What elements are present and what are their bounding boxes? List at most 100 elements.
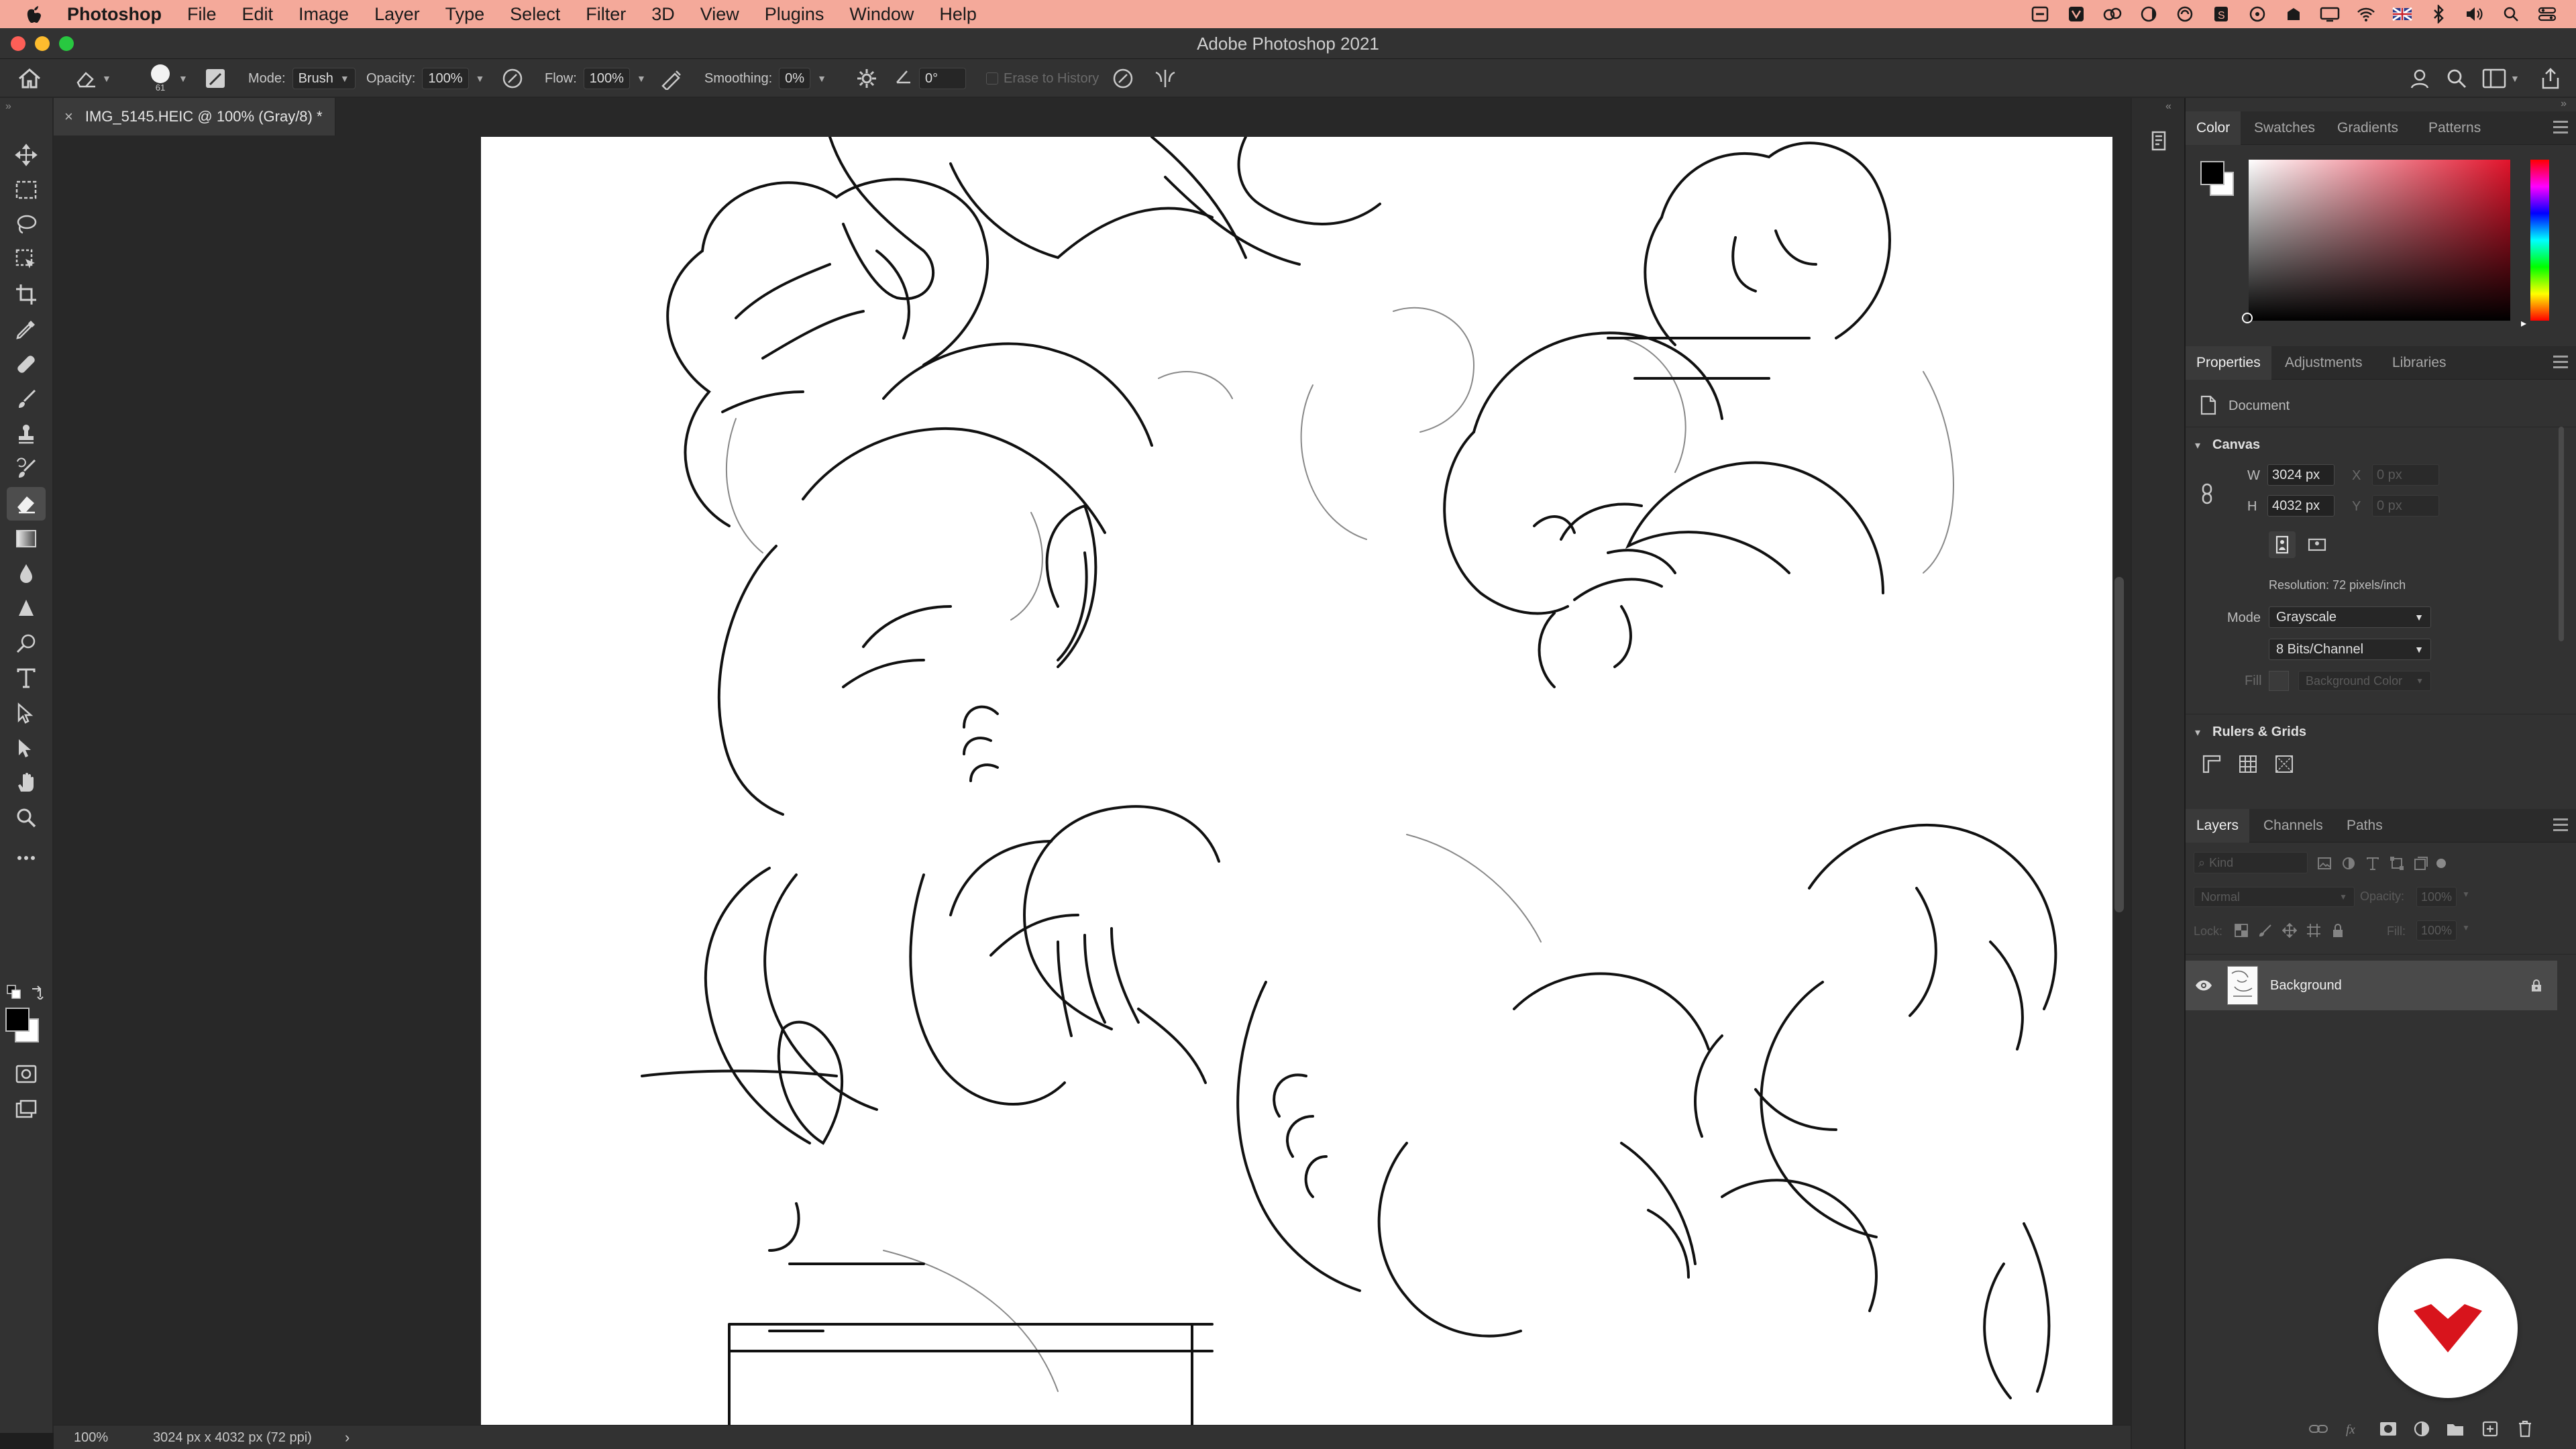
foreground-swatch[interactable]	[2200, 161, 2224, 185]
apple-icon[interactable]	[24, 4, 44, 24]
x-input[interactable]: 0 px	[2372, 464, 2439, 486]
script-icon[interactable]: S	[2211, 4, 2231, 24]
crop-tool-icon[interactable]	[7, 278, 46, 311]
erase-to-history-checkbox[interactable]	[986, 72, 998, 85]
hand-tool-icon[interactable]	[7, 766, 46, 800]
color-panel-menu-icon[interactable]	[2553, 121, 2568, 134]
add-mask-icon[interactable]	[2376, 1417, 2400, 1441]
gradient-tool-icon[interactable]	[7, 522, 46, 555]
flag-icon[interactable]	[2392, 4, 2412, 24]
brush-settings-panel-icon[interactable]	[204, 59, 227, 98]
chevron-down-icon[interactable]: ▼	[2462, 890, 2470, 899]
document-canvas[interactable]	[481, 137, 2112, 1425]
lock-transparent-pixels-icon[interactable]	[2231, 920, 2251, 941]
filter-adjustment-layer-icon[interactable]	[2339, 853, 2359, 873]
filter-smart-object-icon[interactable]	[2411, 853, 2431, 873]
direct-selection-tool-icon[interactable]	[7, 731, 46, 765]
menu-select[interactable]: Select	[510, 4, 560, 25]
new-layer-icon[interactable]	[2478, 1417, 2502, 1441]
hue-slider[interactable]	[2530, 160, 2549, 321]
quick-mask-icon[interactable]	[7, 1057, 46, 1091]
flow-slider-chevron-icon[interactable]: ▼	[637, 73, 646, 84]
menu-help[interactable]: Help	[939, 4, 977, 25]
menu-view[interactable]: View	[700, 4, 739, 25]
canvas-section-chevron-icon[interactable]: ▾	[2195, 439, 2200, 452]
lock-position-icon[interactable]	[2279, 920, 2300, 941]
lock-all-icon[interactable]	[2328, 920, 2348, 941]
screen-mode-icon[interactable]	[7, 1092, 46, 1126]
collapse-panels-icon[interactable]: «	[2165, 101, 2171, 113]
tab-adjustments[interactable]: Adjustments	[2285, 346, 2363, 380]
menu-edit[interactable]: Edit	[242, 4, 274, 25]
fx-icon[interactable]: fx	[2341, 1417, 2365, 1441]
tab-properties[interactable]: Properties	[2186, 346, 2271, 380]
layer-filter-dropdown[interactable]: ⌕ Kind	[2194, 852, 2308, 873]
dodge-tool-icon[interactable]	[7, 592, 46, 625]
symmetry-icon[interactable]	[1152, 59, 1178, 98]
chevron-down-icon[interactable]: ▼	[2462, 923, 2470, 932]
tab-swatches[interactable]: Swatches	[2254, 111, 2315, 145]
status-menu-arrow-icon[interactable]: ›	[345, 1429, 350, 1446]
canvas-area[interactable]	[54, 136, 2160, 1425]
guides-icon[interactable]	[2271, 751, 2297, 777]
object-selection-tool-icon[interactable]	[7, 243, 46, 276]
healing-brush-tool-icon[interactable]	[7, 347, 46, 381]
lock-artboard-icon[interactable]	[2304, 920, 2324, 941]
backup-icon[interactable]	[2284, 4, 2304, 24]
menu-3d[interactable]: 3D	[651, 4, 675, 25]
blur-tool-icon[interactable]	[7, 557, 46, 590]
eraser-tool-icon[interactable]	[7, 487, 46, 521]
hue-slider-handle-icon[interactable]: ▸	[2521, 317, 2526, 330]
default-colors-icon[interactable]	[7, 985, 21, 1000]
pressure-opacity-icon[interactable]	[500, 59, 525, 98]
color-mode-dropdown[interactable]: Grayscale ▼	[2269, 606, 2431, 628]
layer-fill-input[interactable]: 100%	[2416, 920, 2457, 941]
app-icon[interactable]	[2066, 4, 2086, 24]
filter-pixel-layer-icon[interactable]	[2314, 853, 2334, 873]
search-icon[interactable]	[2446, 59, 2467, 98]
fill-dropdown[interactable]: Background Color ▼	[2298, 671, 2431, 691]
type-tool-icon[interactable]	[7, 661, 46, 695]
eye-icon[interactable]	[2194, 975, 2214, 996]
tab-layers[interactable]: Layers	[2186, 809, 2250, 843]
sync-icon[interactable]	[2175, 4, 2195, 24]
close-tab-icon[interactable]: ×	[64, 108, 73, 125]
tab-channels[interactable]: Channels	[2263, 809, 2323, 843]
brush-picker-chevron-icon[interactable]: ▼	[178, 59, 188, 98]
menu-type[interactable]: Type	[445, 4, 485, 25]
swap-colors-icon[interactable]	[30, 985, 44, 1001]
menu-filter[interactable]: Filter	[586, 4, 626, 25]
blend-mode-dropdown[interactable]: Normal ▼	[2194, 887, 2355, 907]
pdf-icon[interactable]	[2030, 4, 2050, 24]
flow-input[interactable]: 100%	[583, 68, 630, 89]
document-tab[interactable]: × IMG_5145.HEIC @ 100% (Gray/8) *	[54, 98, 335, 136]
control-center-icon[interactable]	[2537, 4, 2557, 24]
pen-tool-icon[interactable]	[7, 627, 46, 660]
layer-opacity-input[interactable]: 100%	[2416, 887, 2457, 907]
delete-layer-icon[interactable]	[2513, 1417, 2537, 1441]
search-icon[interactable]	[2501, 4, 2521, 24]
portrait-orientation-icon[interactable]	[2269, 531, 2296, 558]
path-selection-tool-icon[interactable]	[7, 696, 46, 730]
cc-icon[interactable]	[2102, 4, 2123, 24]
smoothing-input[interactable]: 0%	[779, 68, 811, 89]
layers-panel-menu-icon[interactable]	[2553, 818, 2568, 832]
menu-window[interactable]: Window	[849, 4, 914, 25]
angle-input[interactable]: 0°	[919, 68, 966, 89]
share-profile-icon[interactable]	[2408, 59, 2431, 98]
share-icon[interactable]	[2540, 59, 2561, 98]
move-tool-icon[interactable]	[7, 138, 46, 172]
opacity-input[interactable]: 100%	[422, 68, 469, 89]
collapse-toolbar-icon[interactable]: »	[5, 101, 11, 113]
display-icon[interactable]	[2320, 4, 2340, 24]
menu-file[interactable]: File	[187, 4, 217, 25]
filter-shape-layer-icon[interactable]	[2387, 853, 2407, 873]
zoom-level[interactable]: 100%	[74, 1430, 108, 1446]
dropbox-icon[interactable]	[2247, 4, 2267, 24]
rulers-icon[interactable]	[2199, 751, 2224, 777]
marquee-tool-icon[interactable]	[7, 173, 46, 207]
width-input[interactable]: 3024 px	[2267, 464, 2334, 486]
color-field[interactable]	[2249, 160, 2510, 321]
fill-swatch[interactable]	[2269, 671, 2289, 691]
pressure-size-icon[interactable]	[1111, 59, 1135, 98]
